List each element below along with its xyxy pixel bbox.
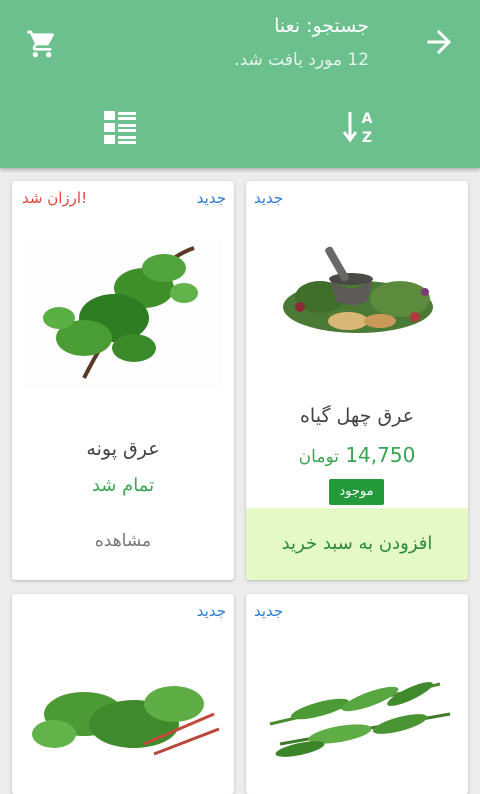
product-image — [32, 686, 220, 756]
product-card[interactable]: جدید عرق چهل گیاه 14,750 تومان موجود افز… — [246, 181, 468, 580]
new-badge: جدید — [196, 189, 226, 207]
product-card[interactable]: جدید ارزان شد! عرق پونه تمام شد مشاهده — [12, 181, 234, 580]
discount-badge: ارزان شد! — [22, 189, 88, 207]
arrow-back-icon[interactable] — [424, 27, 454, 57]
sold-out-label: تمام شد — [91, 475, 155, 496]
stock-badge: موجود — [329, 479, 384, 505]
search-title: جستجو: نعنا — [274, 15, 369, 37]
sort-letter-z: Z — [362, 130, 372, 146]
new-badge: جدید — [254, 602, 284, 620]
app-bar: جستجو: نعنا 12 مورد یافت شد. A Z — [0, 0, 480, 168]
sort-alpha-icon[interactable]: A Z — [340, 108, 378, 146]
new-badge: جدید — [254, 189, 284, 207]
list-view-icon[interactable] — [103, 110, 137, 144]
product-name: عرق چهل گیاه — [299, 405, 415, 427]
product-image — [269, 682, 451, 757]
price-value: 14,750 — [345, 443, 416, 467]
product-image — [283, 246, 433, 333]
sort-letter-a: A — [362, 111, 373, 127]
product-image — [24, 238, 222, 388]
product-card[interactable]: جدید — [12, 594, 234, 794]
price-unit: تومان — [298, 447, 339, 467]
shopping-cart-icon[interactable] — [26, 28, 58, 60]
product-price: 14,750 تومان — [246, 443, 468, 467]
view-button[interactable]: مشاهده — [12, 531, 234, 551]
add-to-cart-button[interactable]: افزودن به سبد خرید — [246, 508, 468, 580]
results-count: 12 مورد یافت شد. — [234, 50, 369, 70]
new-badge: جدید — [196, 602, 226, 620]
product-name: عرق پونه — [86, 438, 160, 460]
product-card[interactable]: جدید — [246, 594, 468, 794]
